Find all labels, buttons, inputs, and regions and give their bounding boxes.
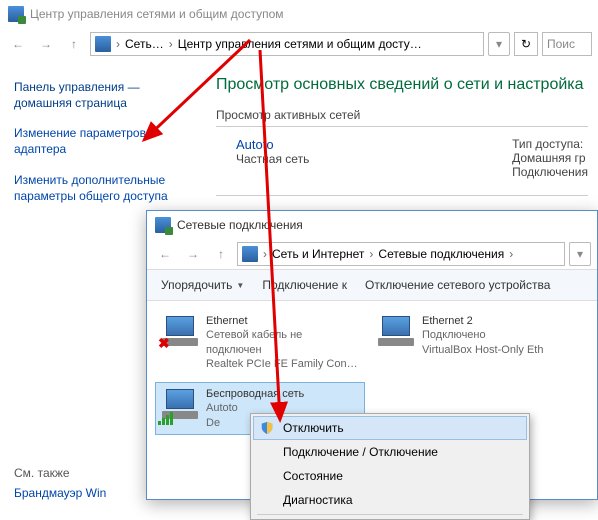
breadcrumb[interactable]: › Сеть… › Центр управления сетями и общи… [90, 32, 484, 56]
breadcrumb-icon [95, 36, 111, 52]
search-input[interactable]: Поис [542, 32, 592, 56]
chevron-icon: › [506, 247, 516, 261]
ctx-label: Состояние [283, 469, 343, 483]
shield-icon [260, 421, 274, 435]
page-title: Просмотр основных сведений о сети и наст… [216, 76, 588, 94]
back-button[interactable]: ← [153, 242, 177, 266]
breadcrumb-part[interactable]: Сеть… [125, 37, 164, 51]
active-networks-label: Просмотр активных сетей [216, 108, 588, 122]
disconnected-x-icon: ✖ [158, 335, 170, 352]
titlebar: Сетевые подключения [147, 211, 597, 239]
chevron-icon: › [260, 247, 270, 261]
ctx-diagnostics[interactable]: Диагностика [253, 488, 527, 512]
chevron-icon: › [166, 37, 176, 51]
organize-menu[interactable]: Упорядочить▼ [153, 274, 252, 296]
change-sharing-settings-link[interactable]: Изменить дополнительные параметры общего… [14, 172, 196, 204]
divider [257, 514, 523, 515]
connect-to-button[interactable]: Подключение к [254, 274, 355, 296]
breadcrumb-icon [242, 246, 258, 262]
disable-device-button[interactable]: Отключение сетевого устройства [357, 274, 558, 296]
ethernet-icon: ✖ [160, 314, 200, 350]
ctx-label: Диагностика [283, 493, 353, 507]
network-connections-icon [155, 217, 171, 233]
homegroup-label: Домашняя гр [512, 151, 588, 165]
divider [216, 126, 588, 127]
up-button[interactable]: ↑ [209, 242, 233, 266]
forward-button[interactable]: → [34, 32, 58, 56]
connection-device: VirtualBox Host-Only Eth [422, 343, 543, 357]
connection-status: Сетевой кабель не подключен [206, 328, 360, 357]
network-name[interactable]: Autoto [236, 137, 309, 152]
ctx-label: Подключение / Отключение [283, 445, 438, 459]
chevron-icon: › [113, 37, 123, 51]
breadcrumb[interactable]: › Сеть и Интернет › Сетевые подключения … [237, 242, 565, 266]
address-bar: ← → ↑ › Сеть и Интернет › Сетевые подклю… [147, 239, 597, 269]
control-panel-home-link[interactable]: Панель управления — домашняя страница [14, 80, 196, 111]
window-title: Сетевые подключения [177, 218, 303, 232]
wifi-icon [160, 387, 200, 423]
connection-item-ethernet[interactable]: ✖ Ethernet Сетевой кабель не подключен R… [155, 309, 365, 376]
breadcrumb-part[interactable]: Сетевые подключения [378, 247, 504, 261]
toolbar: Упорядочить▼ Подключение к Отключение се… [147, 269, 597, 301]
breadcrumb-part[interactable]: Сеть и Интернет [272, 247, 364, 261]
network-center-icon [8, 6, 24, 22]
ctx-disable[interactable]: Отключить [253, 416, 527, 440]
back-button[interactable]: ← [6, 32, 30, 56]
connection-name: Беспроводная сеть [206, 387, 304, 401]
breadcrumb-history-button[interactable]: ▾ [569, 242, 591, 266]
network-type: Частная сеть [236, 152, 309, 166]
divider [216, 195, 588, 196]
refresh-button[interactable]: ↻ [514, 32, 538, 56]
context-menu: Отключить Подключение / Отключение Состо… [250, 413, 530, 520]
change-adapter-settings-link[interactable]: Изменение параметров адаптера [14, 125, 196, 157]
connection-item-ethernet2[interactable]: Ethernet 2 Подключено VirtualBox Host-On… [371, 309, 581, 376]
active-network-row: Autoto Частная сеть Тип доступа: Домашня… [216, 137, 588, 179]
connection-name: Ethernet 2 [422, 314, 543, 328]
breadcrumb-part[interactable]: Центр управления сетями и общим досту… [178, 37, 422, 51]
chevron-down-icon: ▼ [236, 281, 244, 290]
connection-device: Realtek PCIe FE Family Controller [206, 357, 360, 371]
address-bar: ← → ↑ › Сеть… › Центр управления сетями … [0, 28, 598, 60]
ctx-connect-disconnect[interactable]: Подключение / Отключение [253, 440, 527, 464]
titlebar: Центр управления сетями и общим доступом [0, 0, 598, 28]
breadcrumb-history-button[interactable]: ▾ [488, 32, 510, 56]
up-button[interactable]: ↑ [62, 32, 86, 56]
connection-name: Ethernet [206, 314, 360, 328]
signal-bars-icon [158, 412, 173, 425]
chevron-icon: › [366, 247, 376, 261]
access-type-label: Тип доступа: [512, 137, 588, 151]
ctx-status[interactable]: Состояние [253, 464, 527, 488]
connection-status: Подключено [422, 328, 543, 342]
windows-firewall-link[interactable]: Брандмауэр Win [14, 486, 106, 500]
forward-button[interactable]: → [181, 242, 205, 266]
ctx-label: Отключить [283, 421, 344, 435]
window-title: Центр управления сетями и общим доступом [30, 7, 284, 21]
ethernet-icon [376, 314, 416, 350]
connections-label: Подключения [512, 165, 588, 179]
see-also-label: См. также [14, 466, 70, 480]
